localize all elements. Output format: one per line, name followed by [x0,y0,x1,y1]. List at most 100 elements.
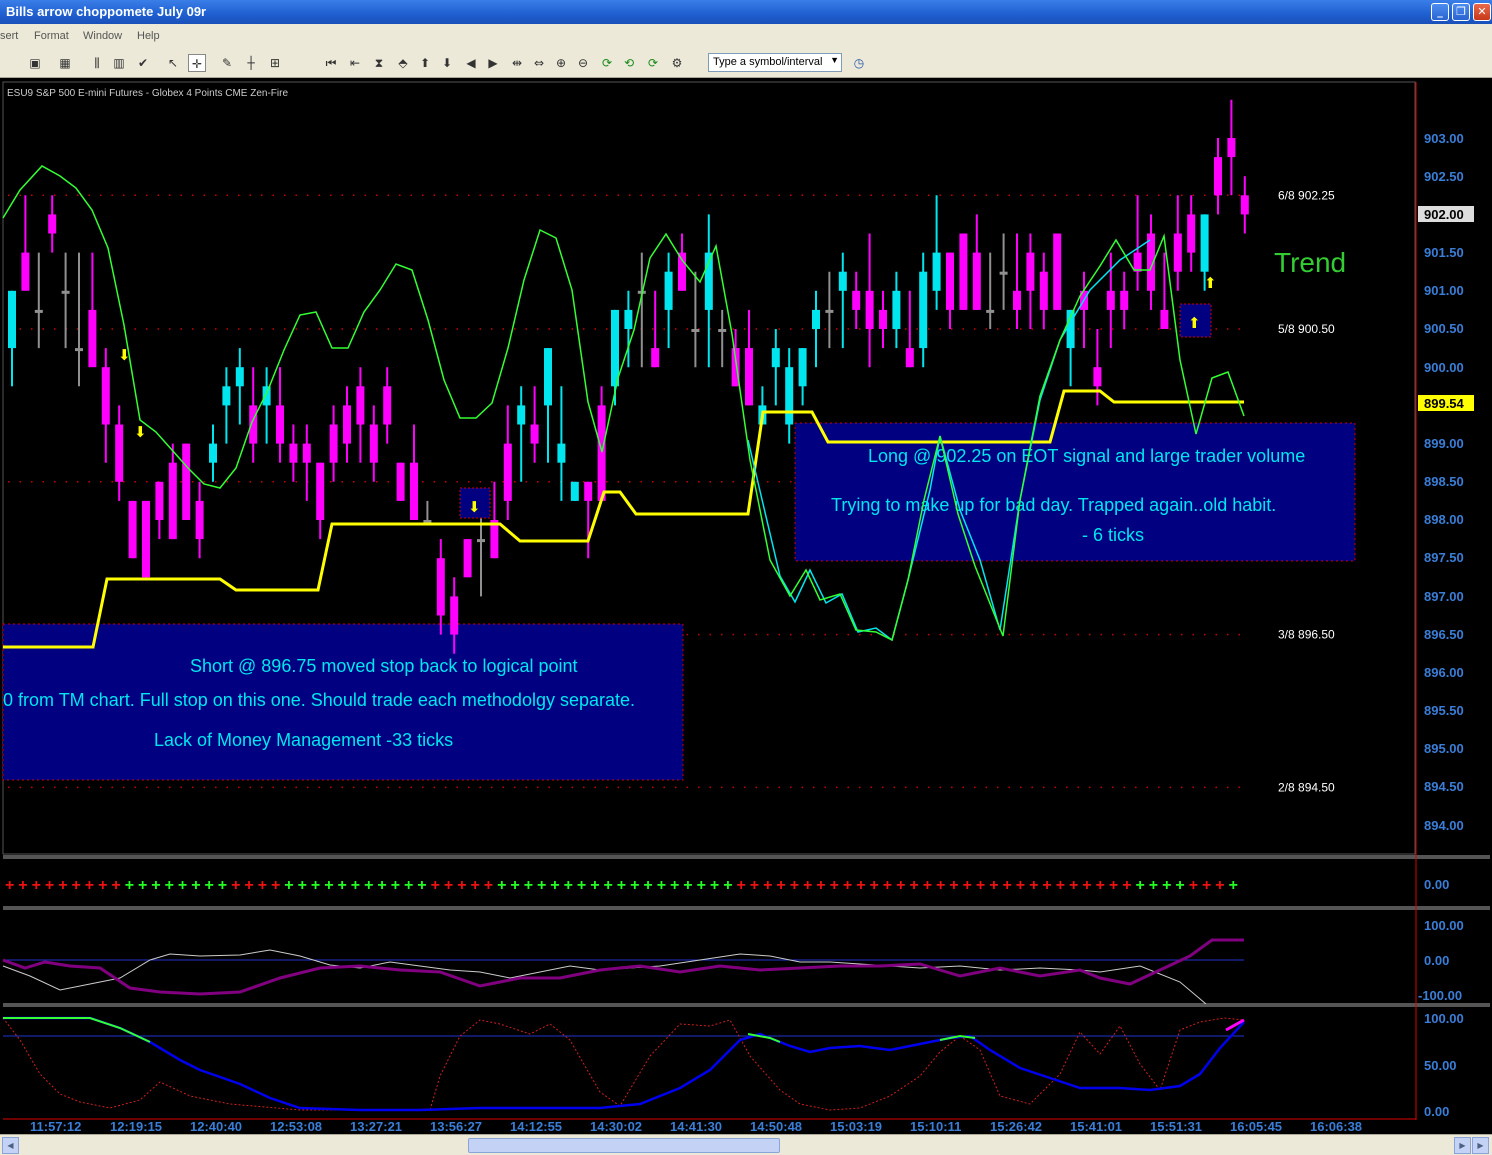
choppometer-plus: + [750,877,759,894]
menu-help[interactable]: Help [137,30,160,42]
choppometer-plus: + [457,877,466,894]
choppometer-plus: + [298,877,307,894]
choppometer-plus: + [524,877,533,894]
crosshair-icon[interactable]: ✛ [188,54,206,72]
choppometer-plus: + [1109,877,1118,894]
price-tick: 894.50 [1424,779,1464,794]
scroll-end-button[interactable]: ▶ [1472,1137,1489,1154]
arrow-left-icon[interactable]: ◀ [462,54,480,72]
compress-icon[interactable]: ⇹ [508,54,526,72]
annotation-long-line2: Trying to make up for bad day. Trapped a… [831,495,1276,515]
minimize-button[interactable]: _ [1431,3,1449,21]
drawing-tool-icon[interactable]: ⊞ [266,54,284,72]
annotation-long-box: Long @ 902.25 on EOT signal and large tr… [794,422,1356,562]
restore-button[interactable]: ❐ [1452,3,1470,21]
choppometer-plus: + [657,877,666,894]
price-tick: 896.50 [1424,627,1464,642]
time-tick: 16:06:38 [1310,1119,1362,1134]
current-price-label: 902.00 [1424,207,1464,222]
choppometer-plus: + [989,877,998,894]
panel3-axis-tick: -100.00 [1418,988,1462,1003]
time-tick: 15:41:01 [1070,1119,1122,1134]
choppometer-plus: + [151,877,160,894]
chart-icon[interactable]: ▣ [26,54,44,72]
murrey-label: 6/8 902.25 [1278,188,1335,202]
hourglass-icon[interactable]: ⧗ [370,54,388,72]
choppometer-plus: + [909,877,918,894]
arrow-down-icon: ⬇ [468,499,481,516]
time-tick: 14:50:48 [750,1119,802,1134]
time-tick: 14:41:30 [670,1119,722,1134]
time-tick: 14:12:55 [510,1119,562,1134]
choppometer-plus: + [617,877,626,894]
candle-icon[interactable]: ▥ [110,54,128,72]
choppometer-plus: + [231,877,240,894]
link-icon[interactable]: ⟳ [644,54,662,72]
zoom-in-icon[interactable]: ⊕ [552,54,570,72]
expand-horizontal-icon[interactable]: ⇔ [530,54,548,72]
choppometer-plus: + [404,877,413,894]
scroll-left-icon[interactable]: ⇤ [346,54,364,72]
horizontal-scrollbar[interactable]: ◀ ▶ ▶ [0,1134,1492,1155]
panel4-axis-tick: 50.00 [1424,1058,1457,1073]
price-tick: 897.00 [1424,589,1464,604]
zoom-out-icon[interactable]: ⊖ [574,54,592,72]
close-button[interactable]: ✕ [1473,3,1491,21]
choppometer-plus: + [497,877,506,894]
arrow-right-icon[interactable]: ▶ [484,54,502,72]
choppometer-plus: + [670,877,679,894]
choppometer-plus: + [776,877,785,894]
time-tick: 15:10:11 [910,1119,961,1134]
choppometer-plus: + [45,877,54,894]
panel4-axis-tick: 100.00 [1424,1011,1464,1026]
candle [396,462,405,501]
choppometer-plus: + [1042,877,1051,894]
choppometer-plus: + [697,877,706,894]
annotation-short-line2: 0 from TM chart. Full stop on this one. … [3,690,635,710]
annotation-short-line3: Lack of Money Management -33 ticks [154,730,453,750]
chart-area[interactable]: ESU9 S&P 500 E-mini Futures - Globex 4 P… [0,78,1492,1134]
settings-icon[interactable]: ⚙ [668,54,686,72]
choppometer-plus: + [284,877,293,894]
price-tick: 895.00 [1424,741,1464,756]
expand-icon[interactable]: ⬘ [394,54,412,72]
bar-chart-icon[interactable]: ⫼ [88,54,106,72]
dropdown-arrow-icon[interactable]: ▼ [830,55,839,65]
choppometer-plus: + [737,877,746,894]
choppometer-plus: + [1056,877,1065,894]
menu-format[interactable]: Format [34,30,69,42]
candle [959,233,968,310]
refresh-icon[interactable]: ⟳ [598,54,616,72]
pointer-icon[interactable]: ↖ [164,54,182,72]
symbol-interval-input[interactable]: Type a symbol/interval ▼ [708,53,842,72]
comment-icon[interactable]: ✎ [218,54,236,72]
time-tick: 15:26:42 [990,1119,1042,1134]
murrey-label: 2/8 894.50 [1278,780,1335,794]
horizontal-line-icon[interactable]: ┼ [242,54,260,72]
scroll-start-icon[interactable]: ⏮ [322,54,340,72]
scroll-left-button[interactable]: ◀ [2,1137,19,1154]
window-titlebar: Bills arrow choppomete July 09r _ ❐ ✕ [0,0,1492,24]
price-tick: 894.00 [1424,818,1464,833]
choppometer-plus: + [1149,877,1158,894]
choppometer-plus: + [32,877,41,894]
clock-icon[interactable]: ◷ [850,54,868,72]
scroll-right-button[interactable]: ▶ [1454,1137,1471,1154]
choppometer-plus: + [58,877,67,894]
arrow-down-icon[interactable]: ⬇ [438,54,456,72]
choppometer-plus: + [338,877,347,894]
choppometer-plus: + [258,877,267,894]
arrow-up-icon[interactable]: ⬆ [416,54,434,72]
grid-icon[interactable]: ▦ [56,54,74,72]
scrollbar-thumb[interactable] [468,1138,780,1153]
choppometer-plus: + [165,877,174,894]
choppometer-plus: + [417,877,426,894]
menu-window[interactable]: Window [83,30,122,42]
choppometer-plus: + [856,877,865,894]
menu-insert[interactable]: sert [0,30,18,42]
check-icon[interactable]: ✔ [134,54,152,72]
choppometer-plus: + [218,877,227,894]
choppometer-plus: + [963,877,972,894]
sync-icon[interactable]: ⟲ [620,54,638,72]
choppometer-plus: + [1202,877,1211,894]
